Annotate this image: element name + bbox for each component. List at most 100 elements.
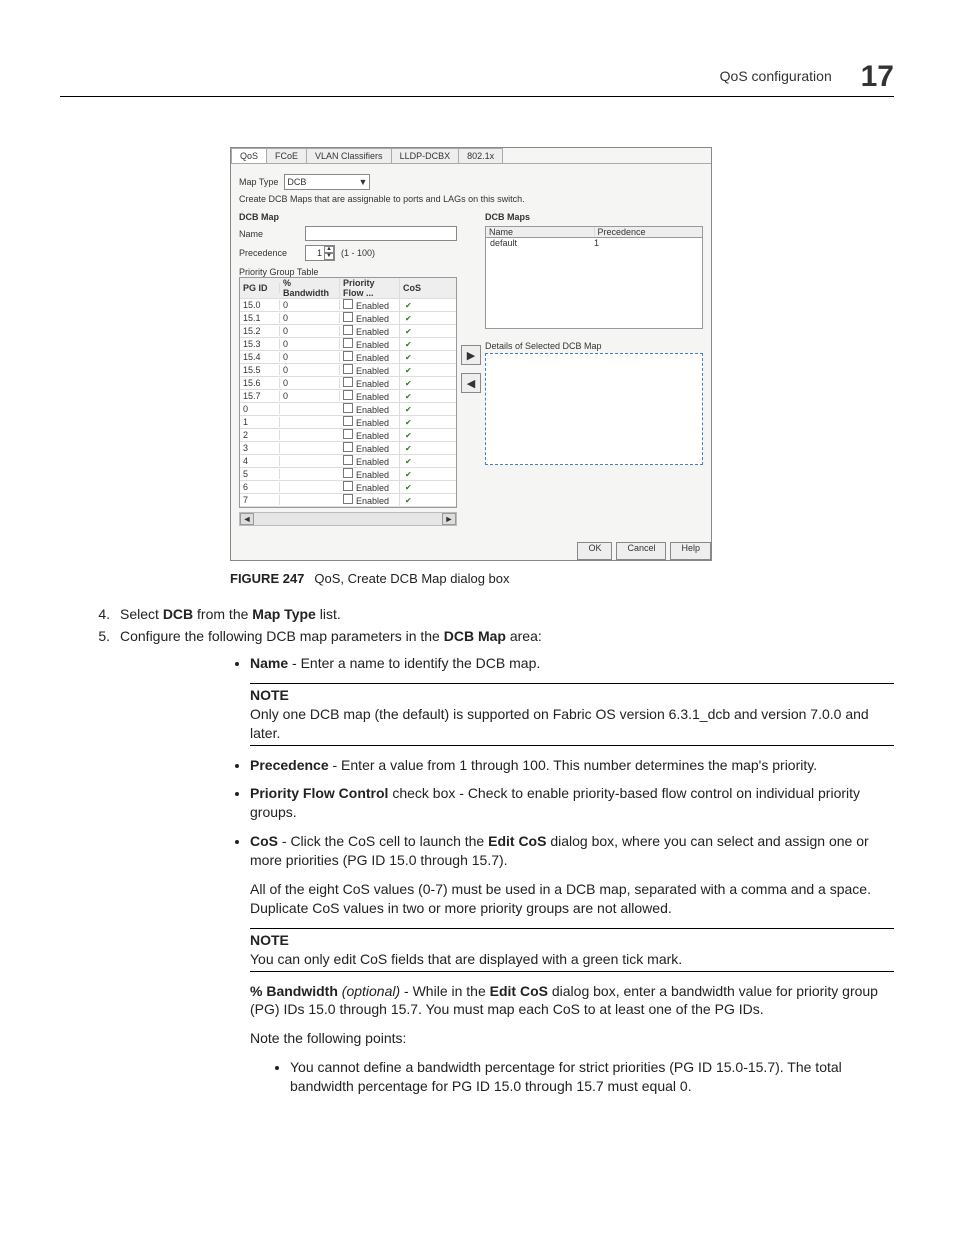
add-arrow-button[interactable]: ▶ (461, 345, 481, 365)
ok-button[interactable]: OK (577, 542, 612, 560)
cell-name: default (490, 238, 594, 248)
table-row[interactable]: 3Enabled✔ (240, 442, 456, 455)
horizontal-scrollbar[interactable]: ◄ ► (239, 512, 457, 526)
tick-icon: ✔ (405, 353, 412, 362)
cell-precedence: 1 (594, 238, 698, 248)
table-row[interactable]: 1Enabled✔ (240, 416, 456, 429)
checkbox-icon[interactable] (343, 351, 353, 361)
bullet-pfc: Priority Flow Control check box - Check … (250, 784, 894, 822)
checkbox-icon[interactable] (343, 442, 353, 452)
cell-cos: ✔ (400, 404, 434, 414)
cell-cos: ✔ (400, 443, 434, 453)
bullet-precedence: Precedence - Enter a value from 1 throug… (250, 756, 894, 775)
checkbox-icon[interactable] (343, 338, 353, 348)
col-pf[interactable]: Priority Flow ... (340, 278, 400, 298)
checkbox-icon[interactable] (343, 455, 353, 465)
note-text: Only one DCB map (the default) is suppor… (250, 705, 894, 743)
table-row[interactable]: 7Enabled✔ (240, 494, 456, 507)
cell-bw: 0 (280, 352, 340, 362)
table-row[interactable]: 15.20Enabled✔ (240, 325, 456, 338)
header-rule (60, 96, 894, 97)
spinner-icon[interactable]: ▲▼ (324, 246, 334, 260)
dcb-maps-table[interactable]: default 1 (485, 238, 703, 329)
col-precedence[interactable]: Precedence (595, 227, 703, 237)
table-row[interactable]: 6Enabled✔ (240, 481, 456, 494)
cell-cos: ✔ (400, 339, 434, 349)
table-row[interactable]: 5Enabled✔ (240, 468, 456, 481)
table-row[interactable]: 15.40Enabled ✔ (240, 351, 456, 364)
checkbox-icon[interactable] (343, 312, 353, 322)
table-row[interactable]: 2Enabled✔ (240, 429, 456, 442)
cell-pgid: 6 (240, 482, 280, 492)
map-type-label: Map Type (239, 177, 278, 187)
cell-bw: 0 (280, 391, 340, 401)
cell-pf: Enabled (340, 455, 400, 467)
tick-icon: ✔ (405, 457, 412, 466)
checkbox-icon[interactable] (343, 390, 353, 400)
tick-icon: ✔ (405, 470, 412, 479)
table-row[interactable]: 15.00Enabled✔ (240, 299, 456, 312)
precedence-input[interactable]: 1 ▲▼ (305, 245, 335, 261)
step-4-text: Select DCB from the Map Type list. (120, 606, 341, 622)
checkbox-icon[interactable] (343, 481, 353, 491)
checkbox-icon[interactable] (343, 299, 353, 309)
checkbox-icon[interactable] (343, 325, 353, 335)
dcb-maps-label: DCB Maps (485, 212, 703, 222)
cell-pgid: 4 (240, 456, 280, 466)
tab-fcoe[interactable]: FCoE (266, 148, 307, 163)
help-button[interactable]: Help (670, 542, 711, 560)
tab-vlan[interactable]: VLAN Classifiers (306, 148, 392, 163)
remove-arrow-button[interactable]: ◀ (461, 373, 481, 393)
cell-pf: Enabled (340, 416, 400, 428)
cell-pf: Enabled (340, 364, 400, 376)
map-type-dropdown[interactable]: DCB ▼ (284, 174, 370, 190)
table-row[interactable]: 15.60Enabled✔ (240, 377, 456, 390)
col-pgid[interactable]: PG ID (240, 283, 280, 293)
chevron-down-icon: ▼ (358, 177, 367, 187)
running-header: QoS configuration 17 (60, 60, 894, 94)
sub-bullet-1: You cannot define a bandwidth percentage… (290, 1058, 894, 1096)
table-row[interactable]: 15.50Enabled✔ (240, 364, 456, 377)
cell-pf: Enabled (340, 442, 400, 454)
table-row[interactable]: 4 Enabled ✔ (240, 455, 456, 468)
dialog-description: Create DCB Maps that are assignable to p… (239, 194, 703, 204)
figure-text: QoS, Create DCB Map dialog box (314, 571, 509, 586)
checkbox-icon[interactable] (343, 364, 353, 374)
tab-8021x[interactable]: 802.1x (458, 148, 503, 163)
cell-pgid: 15.4 (240, 352, 280, 362)
cell-cos: ✔ (400, 391, 434, 401)
figure-number: FIGURE 247 (230, 571, 304, 586)
cos-paragraph: All of the eight CoS values (0-7) must b… (250, 880, 894, 918)
col-name[interactable]: Name (486, 227, 595, 237)
tab-qos[interactable]: QoS (231, 148, 267, 163)
checkbox-icon[interactable] (343, 494, 353, 504)
cell-pf: Enabled (340, 325, 400, 337)
cell-pf: Enabled (340, 403, 400, 415)
cell-pf: Enabled (340, 351, 400, 363)
cancel-button[interactable]: Cancel (616, 542, 666, 560)
checkbox-icon[interactable] (343, 416, 353, 426)
checkbox-icon[interactable] (343, 403, 353, 413)
tick-icon: ✔ (405, 379, 412, 388)
cell-pgid: 5 (240, 469, 280, 479)
tick-icon: ✔ (405, 327, 412, 336)
details-label: Details of Selected DCB Map (485, 341, 703, 351)
table-row[interactable]: 15.10Enabled✔ (240, 312, 456, 325)
tab-lldp[interactable]: LLDP-DCBX (391, 148, 460, 163)
table-row[interactable]: 15.70Enabled✔ (240, 390, 456, 403)
col-cos[interactable]: CoS (400, 283, 434, 293)
scroll-right-icon[interactable]: ► (442, 513, 456, 525)
cell-pf: Enabled (340, 390, 400, 402)
cell-cos: ✔ (400, 417, 434, 427)
cell-pgid: 7 (240, 495, 280, 505)
scroll-left-icon[interactable]: ◄ (240, 513, 254, 525)
table-row[interactable]: 0Enabled✔ (240, 403, 456, 416)
bullet-name: Name - Enter a name to identify the DCB … (250, 654, 894, 746)
name-input[interactable] (305, 226, 457, 241)
checkbox-icon[interactable] (343, 377, 353, 387)
checkbox-icon[interactable] (343, 429, 353, 439)
checkbox-icon[interactable] (343, 468, 353, 478)
col-bw[interactable]: % Bandwidth (280, 278, 340, 298)
pg-table-label: Priority Group Table (239, 267, 457, 277)
table-row[interactable]: 15.30Enabled✔ (240, 338, 456, 351)
